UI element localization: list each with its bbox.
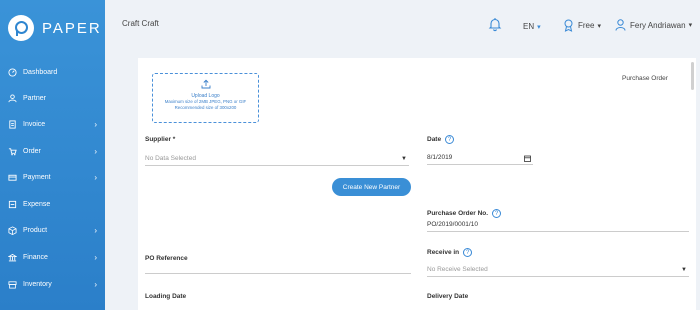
sidebar: PAPER Dashboard Partner Invoice › Order … [0,0,105,310]
sidebar-item-label: Partner [23,94,46,102]
invoice-icon [7,119,18,130]
inventory-icon [7,279,18,290]
card-icon [7,172,18,183]
sidebar-item-payment[interactable]: Payment › [0,167,105,187]
sidebar-item-label: Invoice [23,120,46,128]
po-reference-label: PO Reference [145,255,188,262]
sidebar-item-invoice[interactable]: Invoice › [0,114,105,134]
receive-in-label: Receive in? [427,248,473,257]
dropdown-arrow-icon: ▼ [401,156,407,162]
top-bar: Craft Craft EN ▾ Free ▾ Fery Andriawan ▾ [105,0,700,52]
plan-selector[interactable]: Free ▾ [563,19,601,32]
po-reference-input[interactable] [145,264,411,274]
plan-label: Free [578,21,595,30]
brand[interactable]: PAPER [0,0,105,56]
dashboard-icon [7,67,18,78]
caret-down-icon: ▾ [688,22,693,29]
notification-bell-icon[interactable] [488,17,502,37]
sidebar-item-label: Order [23,147,41,155]
sidebar-item-inventory[interactable]: Inventory › [0,274,105,294]
sidebar-item-product[interactable]: Product › [0,220,105,240]
sidebar-item-partner[interactable]: Partner [0,88,105,108]
create-new-partner-button[interactable]: Create New Partner [332,178,411,196]
sidebar-item-label: Inventory [23,280,52,288]
box-icon [7,225,18,236]
language-label: EN [523,22,535,31]
cart-icon [7,146,18,157]
sidebar-item-expense[interactable]: Expense [0,194,105,214]
user-icon [7,93,18,104]
sidebar-item-label: Dashboard [23,68,58,76]
document-type: Purchase Order [622,75,668,82]
award-icon [564,19,573,32]
language-selector[interactable]: EN ▾ [523,22,541,31]
sidebar-item-label: Expense [23,200,51,208]
caret-down-icon: ▾ [537,24,541,31]
chevron-right-icon: › [94,252,97,262]
sidebar-item-label: Payment [23,173,51,181]
scrollbar[interactable] [691,62,694,90]
help-icon[interactable]: ? [492,209,502,218]
upload-logo-dropzone[interactable]: Upload Logo Maximum size of 2MB JPEG, PN… [152,73,259,123]
help-icon[interactable]: ? [463,248,473,257]
po-number-label: Purchase Order No.? [427,209,502,218]
expense-icon [7,199,18,210]
breadcrumb: Craft Craft [122,19,159,28]
user-menu[interactable]: Fery Andriawan ▾ [615,19,692,31]
supplier-label: Supplier * [145,136,176,143]
loading-date-label: Loading Date [145,293,187,300]
delivery-date-label: Delivery Date [427,293,469,300]
brand-name: PAPER [42,19,102,37]
sidebar-item-order[interactable]: Order › [0,141,105,161]
sidebar-item-dashboard[interactable]: Dashboard [0,62,105,82]
sidebar-item-label: Finance [23,253,48,261]
help-icon[interactable]: ? [445,135,455,144]
chevron-right-icon: › [94,225,97,235]
calendar-icon[interactable] [524,155,531,162]
date-label: Date? [427,135,455,144]
date-input[interactable]: 8/1/2019 [427,154,533,165]
po-number-input[interactable]: PO/2019/0001/10 [427,221,689,232]
chevron-right-icon: › [94,172,97,182]
dropdown-arrow-icon: ▼ [681,267,687,273]
upload-icon [201,79,210,89]
purchase-order-form: Upload Logo Maximum size of 2MB JPEG, PN… [138,58,696,310]
paper-logo-icon [8,15,34,41]
user-name: Fery Andriawan [630,20,686,30]
sidebar-item-label: Product [23,226,48,234]
supplier-select[interactable]: No Data Selected ▼ [145,155,409,166]
chevron-right-icon: › [94,279,97,289]
bank-icon [7,252,18,263]
caret-down-icon: ▾ [597,22,601,30]
chevron-right-icon: › [94,119,97,129]
user-icon [615,19,626,31]
upload-hint-recommended: Recommended size of 300x200 [174,105,237,110]
sidebar-item-finance[interactable]: Finance › [0,247,105,267]
receive-in-select[interactable]: No Receive Selected ▼ [427,266,689,277]
chevron-right-icon: › [94,146,97,156]
